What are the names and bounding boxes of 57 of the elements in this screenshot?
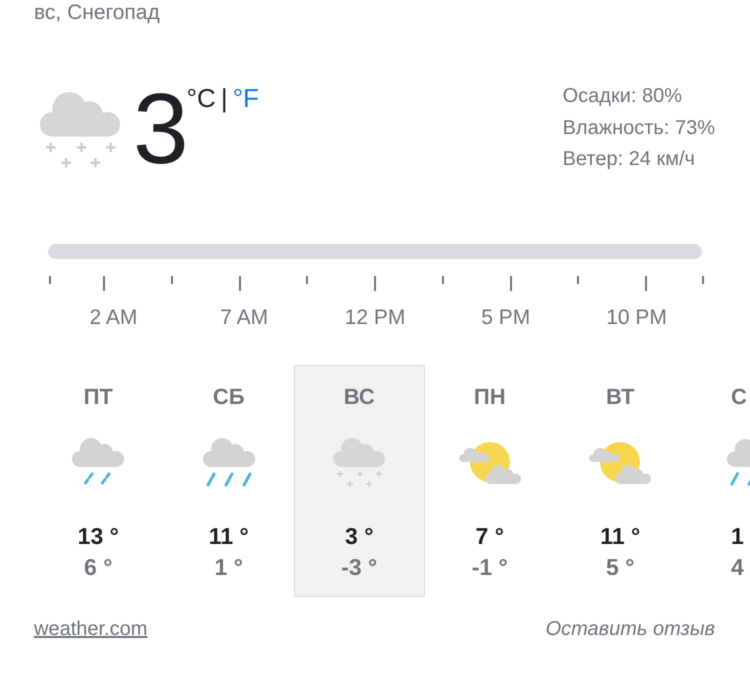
tick-mark	[442, 276, 444, 284]
tick-mark	[702, 276, 704, 284]
time-label: 7 AM	[220, 306, 268, 329]
tick-mark	[510, 276, 512, 291]
low-temperature: 1 °	[214, 554, 243, 580]
day-name: ВС	[344, 384, 375, 410]
low-temperature: -1 °	[472, 554, 508, 580]
high-temperature: 11 °	[208, 523, 249, 549]
timeline-track[interactable]	[48, 244, 702, 259]
time-label: 12 PM	[344, 306, 406, 329]
low-temperature: 4	[731, 554, 744, 580]
tick-mark	[170, 276, 173, 284]
rain-cloud-icon	[202, 438, 255, 488]
unit-toggle[interactable]: °C	[186, 83, 216, 113]
high-temperature: 11 °	[600, 523, 640, 549]
tick-mark	[374, 276, 376, 291]
day-card[interactable]: ПТ 13 ° 6 °	[33, 365, 164, 597]
tick-mark	[49, 276, 51, 284]
snow-cloud-icon	[333, 438, 386, 488]
low-temperature: 5 °	[606, 554, 634, 580]
high-temperature: 3 °	[345, 523, 374, 549]
unit-separator: |	[220, 83, 228, 113]
time-label: 2 AM	[89, 306, 138, 329]
tick-mark	[577, 276, 580, 284]
weather-detail: Ветер: 24 км/ч	[562, 147, 695, 172]
day-card[interactable]: ВС 3 ° -3 °	[294, 365, 424, 597]
feedback-link[interactable]: Оставить отзыв	[546, 617, 715, 641]
weather-detail: Влажность: 73%	[562, 116, 715, 140]
high-temperature: 7 °	[476, 523, 504, 549]
high-temperature: 1	[731, 523, 744, 549]
weather-detail: Осадки: 80%	[562, 84, 682, 109]
current-temperature: 3	[133, 79, 189, 179]
weather-summary: вс, Снегопад	[34, 0, 160, 26]
day-name: С	[731, 384, 747, 410]
tick-mark	[238, 276, 240, 291]
source-link[interactable]: weather.com	[34, 617, 148, 641]
time-label: 10 PM	[606, 306, 667, 329]
tick-mark	[306, 276, 308, 284]
day-card[interactable]: СБ 11 ° 1 °	[164, 365, 294, 597]
sun-cloud-icon	[589, 440, 652, 486]
tick-mark	[645, 276, 647, 291]
unit-toggle[interactable]: °F	[232, 83, 259, 113]
day-name: ВТ	[606, 384, 634, 410]
tick-mark	[103, 276, 105, 291]
snow-cloud-icon	[40, 92, 120, 169]
day-card[interactable]: С 1 4	[726, 365, 750, 597]
day-name: ПТ	[84, 384, 113, 410]
day-name: ПН	[474, 384, 506, 410]
sun-cloud-icon	[458, 440, 521, 486]
low-temperature: -3 °	[341, 554, 378, 580]
time-label: 5 PM	[481, 306, 530, 329]
day-card[interactable]: ВТ 11 ° 5 °	[555, 365, 686, 597]
low-temperature: 6 °	[84, 554, 112, 580]
day-card[interactable]: ПН 7 ° -1 °	[424, 365, 555, 597]
high-temperature: 13 °	[78, 523, 119, 549]
rain-cloud-icon	[727, 438, 750, 488]
day-name: СБ	[212, 384, 245, 410]
